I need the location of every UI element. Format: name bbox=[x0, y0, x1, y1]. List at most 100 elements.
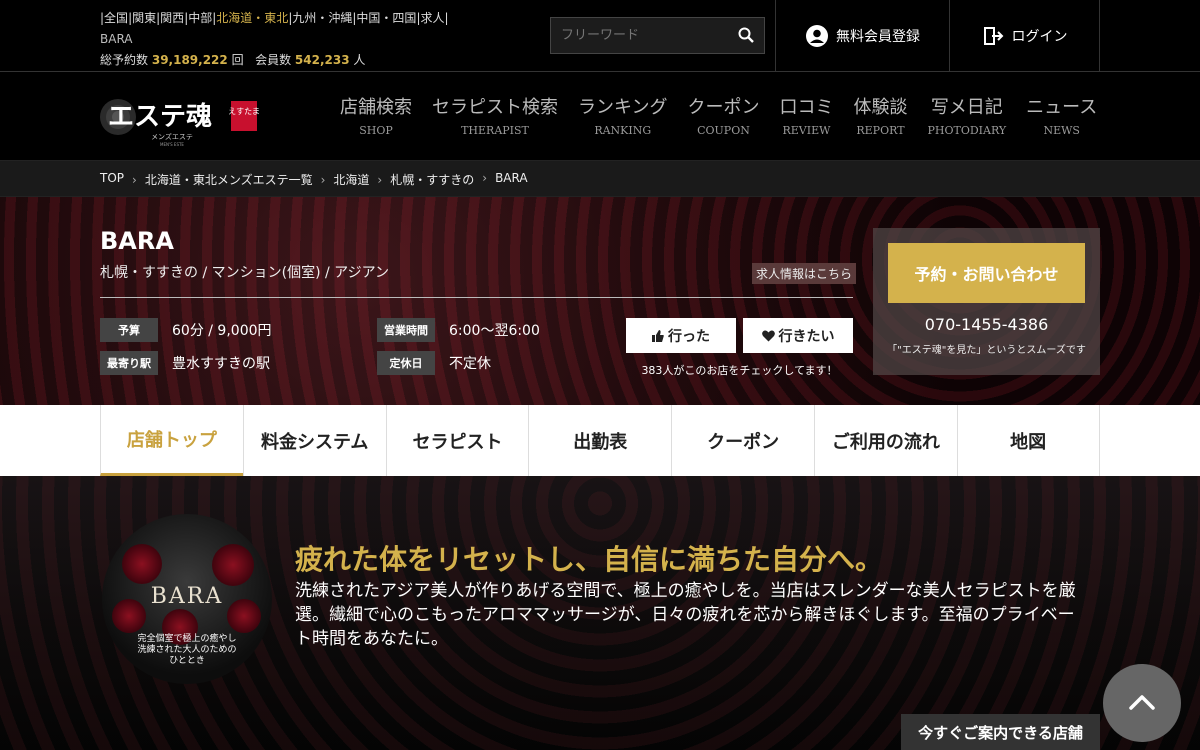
breadcrumb-region-list[interactable]: 北海道・東北メンズエステ一覧 bbox=[124, 171, 313, 188]
breadcrumb-current: BARA bbox=[474, 171, 528, 188]
nav-sublabel: REVIEW bbox=[782, 124, 831, 137]
region-link-kansai[interactable]: 関西 bbox=[160, 11, 184, 25]
region-link-chubu[interactable]: 中部 bbox=[188, 11, 212, 25]
nav-label: 口コミ bbox=[779, 97, 834, 118]
contact-box: 予約・お問い合わせ 070-1455-4386 「"エステ魂"を見た」というとス… bbox=[873, 228, 1100, 375]
nav-therapist[interactable]: セラピスト検索 THERAPIST bbox=[422, 93, 568, 137]
nav-label: 体験談 bbox=[853, 97, 908, 118]
logo-sub: メンズエステ bbox=[151, 132, 193, 141]
book-button[interactable]: 予約・お問い合わせ bbox=[888, 243, 1085, 303]
nav-label: 店舗検索 bbox=[340, 97, 412, 118]
hours-label: 営業時間 bbox=[377, 318, 435, 342]
nav-sublabel: RANKING bbox=[594, 124, 652, 137]
region-link-chugoku[interactable]: 中国・四国 bbox=[356, 11, 416, 25]
region-links: |全国|関東|関西|中部|北海道・東北|九州・沖縄|中国・四国|求人| bbox=[100, 11, 449, 25]
tab-therapists[interactable]: セラピスト bbox=[385, 405, 529, 476]
nav-sublabel: NEWS bbox=[1043, 124, 1080, 137]
image-caption-line: 完全個室で極上の癒やし bbox=[137, 634, 237, 644]
intro-title: 疲れた体をリセットし、自信に満ちた自分へ。 bbox=[295, 543, 884, 576]
members-value: 542,233 bbox=[294, 53, 350, 67]
recruit-link[interactable]: 求人情報はこちら bbox=[752, 263, 857, 284]
breadcrumb-top[interactable]: TOP bbox=[100, 171, 124, 188]
holiday-row: 定休日 不定休 bbox=[377, 351, 491, 375]
want-label: 行きたい bbox=[778, 328, 835, 345]
region-link-kyushu[interactable]: 九州・沖縄 bbox=[292, 11, 352, 25]
shop-name: BARA bbox=[100, 227, 174, 255]
register-label: 無料会員登録 bbox=[836, 29, 920, 45]
nav-coupon[interactable]: クーポン COUPON bbox=[677, 93, 769, 137]
went-label: 行った bbox=[668, 328, 710, 345]
station-row: 最寄り駅 豊水すすきの駅 bbox=[100, 351, 270, 375]
image-caption-line: ひととき bbox=[169, 655, 205, 666]
nav-label: 写メ日記 bbox=[930, 97, 1003, 118]
main-nav-bar: エステ魂 えすたま メンズエステ MEN'S ESTE 店舗検索 SHOP セラピ… bbox=[0, 73, 1200, 160]
want-button[interactable]: 行きたい bbox=[743, 318, 853, 353]
region-link-hokkaido-tohoku[interactable]: 北海道・東北 bbox=[216, 11, 288, 25]
nav-news[interactable]: ニュース NEWS bbox=[1016, 93, 1107, 137]
went-button[interactable]: 行った bbox=[626, 318, 736, 353]
shop-crumb: BARA bbox=[100, 32, 133, 46]
nav-shop[interactable]: 店舗検索 SHOP bbox=[330, 93, 422, 137]
tab-shop-top[interactable]: 店舗トップ bbox=[100, 405, 243, 476]
image-caption-line: 洗練された大人のための bbox=[137, 644, 237, 655]
available-shops-tab[interactable]: 今すぐご案内できる店舗 bbox=[901, 714, 1100, 750]
site-stats: 総予約数 39,189,222 回 会員数 542,233 人 bbox=[100, 51, 365, 68]
nav-review[interactable]: 口コミ REVIEW bbox=[769, 93, 843, 137]
search-input[interactable] bbox=[551, 18, 731, 53]
search-box bbox=[550, 17, 765, 54]
shop-subtitle: 札幌・すすきの / マンション(個室) / アジアン bbox=[100, 265, 390, 281]
tab-schedule[interactable]: 出勤表 bbox=[528, 405, 671, 476]
logo-main: エステ魂 bbox=[108, 102, 212, 132]
members-label: 会員数 bbox=[255, 53, 292, 67]
image-caption: 完全個室で極上の癒やし 洗練された大人のための ひととき bbox=[102, 634, 272, 666]
reservations-label: 総予約数 bbox=[100, 53, 149, 67]
phone-note: 「"エステ魂"を見た」というとスムーズです bbox=[887, 345, 1086, 356]
login-label: ログイン bbox=[1011, 29, 1068, 45]
register-button[interactable]: 無料会員登録 bbox=[775, 0, 950, 72]
budget-label: 予算 bbox=[100, 318, 158, 342]
intro-text: 洗練されたアジア美人が作りあげる空間で、極上の癒やしを。当店はスレンダーな美人セ… bbox=[295, 581, 1076, 649]
shop-hero: BARA 札幌・すすきの / マンション(個室) / アジアン 求人情報はこちら… bbox=[0, 197, 1200, 405]
phone-number[interactable]: 070-1455-4386 bbox=[873, 315, 1100, 334]
tab-pricing[interactable]: 料金システム bbox=[242, 405, 386, 476]
heart-icon bbox=[761, 330, 775, 341]
login-button[interactable]: ログイン bbox=[949, 0, 1100, 72]
nav-sublabel: PHOTODIARY bbox=[927, 124, 1007, 137]
region-link-recruit[interactable]: 求人 bbox=[420, 11, 444, 25]
shop-intro: BARA 完全個室で極上の癒やし 洗練された大人のための ひととき 疲れた体をリ… bbox=[0, 476, 1200, 750]
breadcrumb-area[interactable]: 札幌・すすきの bbox=[369, 171, 474, 188]
site-logo[interactable]: エステ魂 えすたま メンズエステ MEN'S ESTE bbox=[100, 87, 260, 147]
search-icon[interactable] bbox=[738, 27, 754, 43]
tab-map[interactable]: 地図 bbox=[956, 405, 1100, 476]
nav-label: クーポン bbox=[687, 97, 760, 118]
check-count: 383人がこのお店をチェックしてます！ bbox=[641, 364, 838, 377]
breadcrumb-prefecture[interactable]: 北海道 bbox=[313, 171, 369, 188]
hours-value: 6:00～翌6:00 bbox=[449, 323, 540, 339]
nav-photodiary[interactable]: 写メ日記 PHOTODIARY bbox=[917, 93, 1016, 137]
budget-value: 60分 / 9,000円 bbox=[172, 323, 272, 339]
region-link-kanto[interactable]: 関東 bbox=[132, 11, 156, 25]
holiday-label: 定休日 bbox=[377, 351, 435, 375]
nav-ranking[interactable]: ランキング RANKING bbox=[568, 93, 677, 137]
logo-tiny: MEN'S ESTE bbox=[160, 142, 184, 147]
image-logo: BARA bbox=[150, 584, 224, 609]
shop-tabs: 店舗トップ 料金システム セラピスト 出勤表 クーポン ご利用の流れ 地図 bbox=[0, 405, 1200, 476]
top-bar: |全国|関東|関西|中部|北海道・東北|九州・沖縄|中国・四国|求人| BARA… bbox=[0, 0, 1200, 72]
breadcrumb: TOP 北海道・東北メンズエステ一覧 北海道 札幌・すすきの BARA bbox=[0, 160, 1200, 197]
tab-coupon[interactable]: クーポン bbox=[671, 405, 814, 476]
station-value: 豊水すすきの駅 bbox=[172, 356, 270, 372]
chevron-up-icon bbox=[1129, 695, 1155, 710]
members-unit: 人 bbox=[353, 53, 366, 67]
nav-label: ランキング bbox=[578, 97, 668, 118]
scroll-top-button[interactable] bbox=[1103, 664, 1181, 742]
thumbs-up-icon bbox=[652, 329, 664, 342]
tab-flow[interactable]: ご利用の流れ bbox=[813, 405, 957, 476]
logo-badge: えすたま bbox=[228, 107, 260, 116]
nav-sublabel: REPORT bbox=[856, 124, 905, 137]
user-icon bbox=[806, 25, 828, 47]
budget-row: 予算 60分 / 9,000円 bbox=[100, 318, 272, 342]
shop-image: BARA 完全個室で極上の癒やし 洗練された大人のための ひととき bbox=[102, 514, 272, 684]
region-link-all[interactable]: 全国 bbox=[104, 11, 128, 25]
nav-report[interactable]: 体験談 REPORT bbox=[843, 93, 917, 137]
nav-label: セラピスト検索 bbox=[432, 97, 558, 118]
